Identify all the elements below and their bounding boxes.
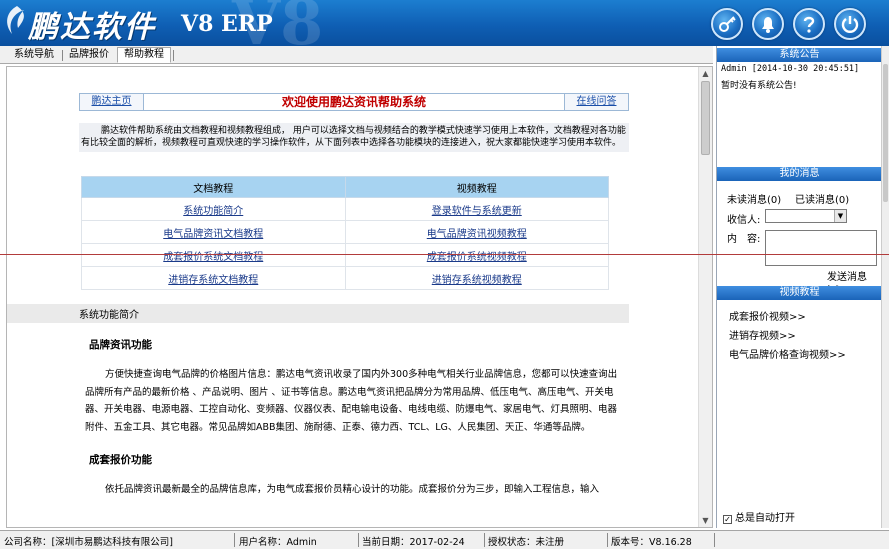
- notification-button[interactable]: [752, 8, 784, 40]
- right-panel: 系统公告 Admin [2014-10-30 20:45:51] 暂时没有系统公…: [716, 46, 889, 528]
- video-link-login-update[interactable]: 登录软件与系统更新: [432, 206, 522, 217]
- doc-link-system-intro[interactable]: 系统功能简介: [183, 206, 243, 217]
- table-header-row: 文档教程 视频教程: [81, 176, 609, 198]
- content-scrollbar[interactable]: ▲ ▼: [698, 67, 712, 527]
- video-link-brand-price[interactable]: 电气品牌价格查询视频>>: [729, 346, 846, 365]
- content-label: 内 容:: [727, 234, 761, 245]
- app-logo: 鹏达软件: [28, 10, 156, 45]
- right-panel-scrollbar[interactable]: [881, 46, 889, 528]
- right-scroll-thumb[interactable]: [883, 64, 888, 202]
- scroll-thumb[interactable]: [701, 81, 710, 155]
- key-icon: [719, 16, 736, 32]
- table-row: 成套报价系统文档教程 成套报价系统视频教程: [81, 243, 609, 267]
- online-qa-link[interactable]: 在线问答: [564, 94, 628, 110]
- exit-button[interactable]: [834, 8, 866, 40]
- table-row: 进销存系统文档教程 进销存系统视频教程: [81, 266, 609, 290]
- status-date: 当前日期：2017-02-24: [362, 537, 465, 548]
- unread-count[interactable]: 未读消息(0): [727, 191, 781, 206]
- question-icon: [803, 16, 815, 33]
- help-content-frame: 鹏达主页 欢迎使用鹏达资讯帮助系统 在线问答 鹏达软件帮助系统由文档教程和视频教…: [6, 66, 713, 528]
- table-row: 系统功能简介 登录软件与系统更新: [81, 197, 609, 221]
- recipient-select[interactable]: ▼: [765, 209, 847, 223]
- column-header-videos: 视频教程: [344, 176, 609, 198]
- tab-brand-quote[interactable]: 品牌报价: [63, 48, 115, 64]
- message-form: 未读消息(0) 已读消息(0) 收信人: ▼ 内 容: 发送消息>>: [717, 184, 882, 294]
- checkbox-checked-icon[interactable]: ✓: [723, 515, 732, 524]
- message-content-input[interactable]: [765, 230, 877, 266]
- main-tabs: 系统导航 品牌报价 帮助教程: [0, 46, 713, 64]
- chevron-down-icon[interactable]: ▼: [834, 210, 846, 222]
- key-button[interactable]: [711, 8, 743, 40]
- video-link-quote[interactable]: 成套报价视频>>: [729, 308, 846, 327]
- notice-header: 系统公告: [717, 48, 882, 62]
- app-header: 鹏达软件 V8 V8 ERP: [0, 0, 889, 46]
- doc-title: 欢迎使用鹏达资讯帮助系统: [281, 95, 426, 109]
- status-version: 版本号：V8.16.28: [611, 537, 692, 548]
- video-link-inventory-side[interactable]: 进销存视频>>: [729, 327, 846, 346]
- scroll-down-icon[interactable]: ▼: [701, 516, 710, 525]
- tab-help-tutorial[interactable]: 帮助教程: [117, 47, 171, 63]
- video-link-inventory[interactable]: 进销存系统视频教程: [432, 275, 522, 286]
- status-divider: [714, 533, 715, 547]
- brand-info-paragraph: 方便快捷查询电气品牌的价格图片信息：鹏达电气资讯收录了国内外300多种电气相关行…: [85, 369, 618, 433]
- notice-meta: Admin [2014-10-30 20:45:51]: [721, 64, 860, 74]
- notice-box: Admin [2014-10-30 20:45:51] 暂时没有系统公告!: [717, 62, 882, 166]
- section-title-bar: 系统功能简介: [7, 304, 629, 323]
- auto-open-label: 总是自动打开: [735, 513, 795, 524]
- video-list: 成套报价视频>> 进销存视频>> 电气品牌价格查询视频>>: [729, 308, 846, 365]
- red-guide-line: [0, 254, 889, 255]
- recipient-label: 收信人:: [727, 215, 761, 226]
- status-divider: [358, 533, 359, 547]
- video-tutorial-header: 视频教程: [717, 286, 882, 300]
- messages-header: 我的消息: [717, 167, 882, 181]
- status-license: 授权状态：未注册: [488, 537, 565, 548]
- doc-link-brand-info[interactable]: 电气品牌资讯文档教程: [163, 229, 263, 240]
- product-label: V8 ERP: [181, 11, 273, 37]
- bell-icon: [762, 17, 774, 33]
- home-link[interactable]: 鹏达主页: [80, 94, 144, 110]
- quote-heading: 成套报价功能: [89, 454, 152, 466]
- table-row: 电气品牌资讯文档教程 电气品牌资讯视频教程: [81, 220, 609, 244]
- column-header-docs: 文档教程: [81, 176, 346, 198]
- tab-system-nav[interactable]: 系统导航: [8, 48, 60, 64]
- doc-header: 鹏达主页 欢迎使用鹏达资讯帮助系统 在线问答: [79, 93, 629, 111]
- quote-paragraph: 依托品牌资讯最新最全的品牌信息库，为电气成套报价员精心设计的功能。成套报价分为三…: [105, 484, 600, 495]
- auto-open-option[interactable]: ✓ 总是自动打开: [723, 512, 795, 526]
- status-company: 公司名称：[深圳市易鹏达科技有限公司]: [4, 537, 173, 548]
- notice-text: 暂时没有系统公告!: [721, 81, 797, 91]
- scroll-up-icon[interactable]: ▲: [701, 69, 710, 78]
- doc-link-inventory[interactable]: 进销存系统文档教程: [168, 275, 258, 286]
- read-count[interactable]: 已读消息(0): [795, 191, 849, 206]
- status-divider: [484, 533, 485, 547]
- tab-divider: [173, 50, 174, 61]
- status-bar: 公司名称：[深圳市易鹏达科技有限公司] 用户名称：Admin 当前日期：2017…: [0, 530, 889, 549]
- intro-text: 鹏达软件帮助系统由文档教程和视频教程组成， 用户可以选择文档与视频结合的教学模式…: [79, 123, 629, 152]
- brand-info-heading: 品牌资讯功能: [89, 339, 152, 351]
- tutorial-table: 文档教程 视频教程 系统功能简介 登录软件与系统更新 电气品牌资讯文档教程 电气…: [81, 176, 609, 290]
- status-divider: [234, 533, 235, 547]
- help-button[interactable]: [793, 8, 825, 40]
- help-document: 鹏达主页 欢迎使用鹏达资讯帮助系统 在线问答 鹏达软件帮助系统由文档教程和视频教…: [7, 93, 629, 499]
- video-link-brand-info[interactable]: 电气品牌资讯视频教程: [427, 229, 527, 240]
- status-user: 用户名称：Admin: [239, 537, 317, 548]
- status-divider: [607, 533, 608, 547]
- power-icon: [841, 16, 859, 33]
